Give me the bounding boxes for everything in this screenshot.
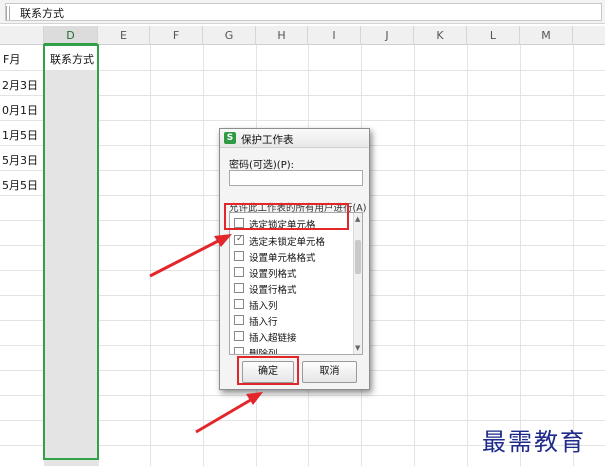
- cell-c-header[interactable]: F月: [3, 51, 20, 67]
- formula-content: 联系方式: [20, 7, 64, 20]
- column-header-d[interactable]: D: [44, 26, 98, 45]
- column-header-k[interactable]: K: [414, 26, 467, 45]
- column-header-row: D E F G H I J K L M: [0, 26, 605, 45]
- highlight-select-locked-cells: [224, 203, 349, 230]
- checkbox[interactable]: [234, 331, 244, 341]
- permission-delete-columns[interactable]: 删除列: [234, 344, 352, 355]
- column-header-i[interactable]: I: [308, 26, 361, 45]
- permission-label: 设置单元格格式: [249, 253, 316, 264]
- cell-c-row5[interactable]: 5月5日: [2, 177, 38, 193]
- permission-label: 选定未锁定单元格: [249, 237, 326, 248]
- dialog-title: 保护工作表: [241, 134, 294, 146]
- permission-format-rows[interactable]: 设置行格式: [234, 280, 352, 296]
- selection-border: [43, 44, 99, 460]
- cancel-button[interactable]: 取消: [302, 361, 357, 383]
- column-header-l[interactable]: L: [467, 26, 520, 45]
- column-header-m[interactable]: M: [520, 26, 573, 45]
- formula-bar-separator: [6, 6, 10, 20]
- permission-insert-columns[interactable]: 插入列: [234, 296, 352, 312]
- permission-label: 删除列: [249, 349, 278, 355]
- list-scrollbar[interactable]: ▲ ▼: [353, 213, 362, 354]
- column-header-j[interactable]: J: [361, 26, 414, 45]
- checkbox[interactable]: [234, 299, 244, 309]
- checkbox-checked[interactable]: [234, 234, 244, 245]
- permission-format-columns[interactable]: 设置列格式: [234, 264, 352, 280]
- cell-c-row1[interactable]: 2月3日: [2, 77, 38, 93]
- permission-label: 设置行格式: [249, 285, 297, 296]
- checkbox[interactable]: [234, 267, 244, 277]
- scroll-thumb[interactable]: [355, 240, 361, 274]
- watermark-text: 最需教育: [482, 428, 586, 456]
- column-header-f[interactable]: F: [150, 26, 203, 45]
- checkbox[interactable]: [234, 283, 244, 293]
- scroll-down-icon[interactable]: ▼: [355, 344, 360, 352]
- scroll-up-icon[interactable]: ▲: [355, 215, 360, 223]
- protect-sheet-dialog: S 保护工作表 密码(可选)(P): 允许此工作表的所有用户进行(A): 选定锁…: [219, 128, 370, 390]
- dialog-titlebar[interactable]: S 保护工作表: [220, 129, 369, 148]
- formula-input[interactable]: 联系方式: [5, 3, 602, 21]
- wps-app-icon: S: [224, 132, 236, 144]
- permission-select-unlocked-cells[interactable]: 选定未锁定单元格: [234, 232, 352, 248]
- cell-c-row3[interactable]: 1月5日: [2, 127, 38, 143]
- permission-label: 插入行: [249, 317, 278, 328]
- checkbox[interactable]: [234, 315, 244, 325]
- permission-label: 设置列格式: [249, 269, 297, 280]
- column-header-e[interactable]: E: [98, 26, 150, 45]
- permission-format-cells[interactable]: 设置单元格格式: [234, 248, 352, 264]
- cell-c-row4[interactable]: 5月3日: [2, 152, 38, 168]
- permission-label: 插入列: [249, 301, 278, 312]
- column-header-n[interactable]: [573, 26, 605, 45]
- checkbox[interactable]: [234, 251, 244, 261]
- highlight-ok-button: [237, 356, 299, 385]
- cell-c-row2[interactable]: 0月1日: [2, 102, 38, 118]
- formula-bar: 联系方式: [0, 0, 605, 24]
- password-input[interactable]: [229, 170, 363, 186]
- column-header-h[interactable]: H: [256, 26, 308, 45]
- permissions-list[interactable]: 选定锁定单元格 选定未锁定单元格 设置单元格格式 设置列格式 设置行格式 插入列…: [229, 212, 363, 355]
- permission-insert-rows[interactable]: 插入行: [234, 312, 352, 328]
- column-header-c[interactable]: [0, 26, 44, 45]
- permission-label: 插入超链接: [249, 333, 297, 344]
- password-label: 密码(可选)(P):: [229, 160, 295, 171]
- checkbox[interactable]: [234, 347, 244, 354]
- column-header-g[interactable]: G: [203, 26, 256, 45]
- permission-insert-hyperlinks[interactable]: 插入超链接: [234, 328, 352, 344]
